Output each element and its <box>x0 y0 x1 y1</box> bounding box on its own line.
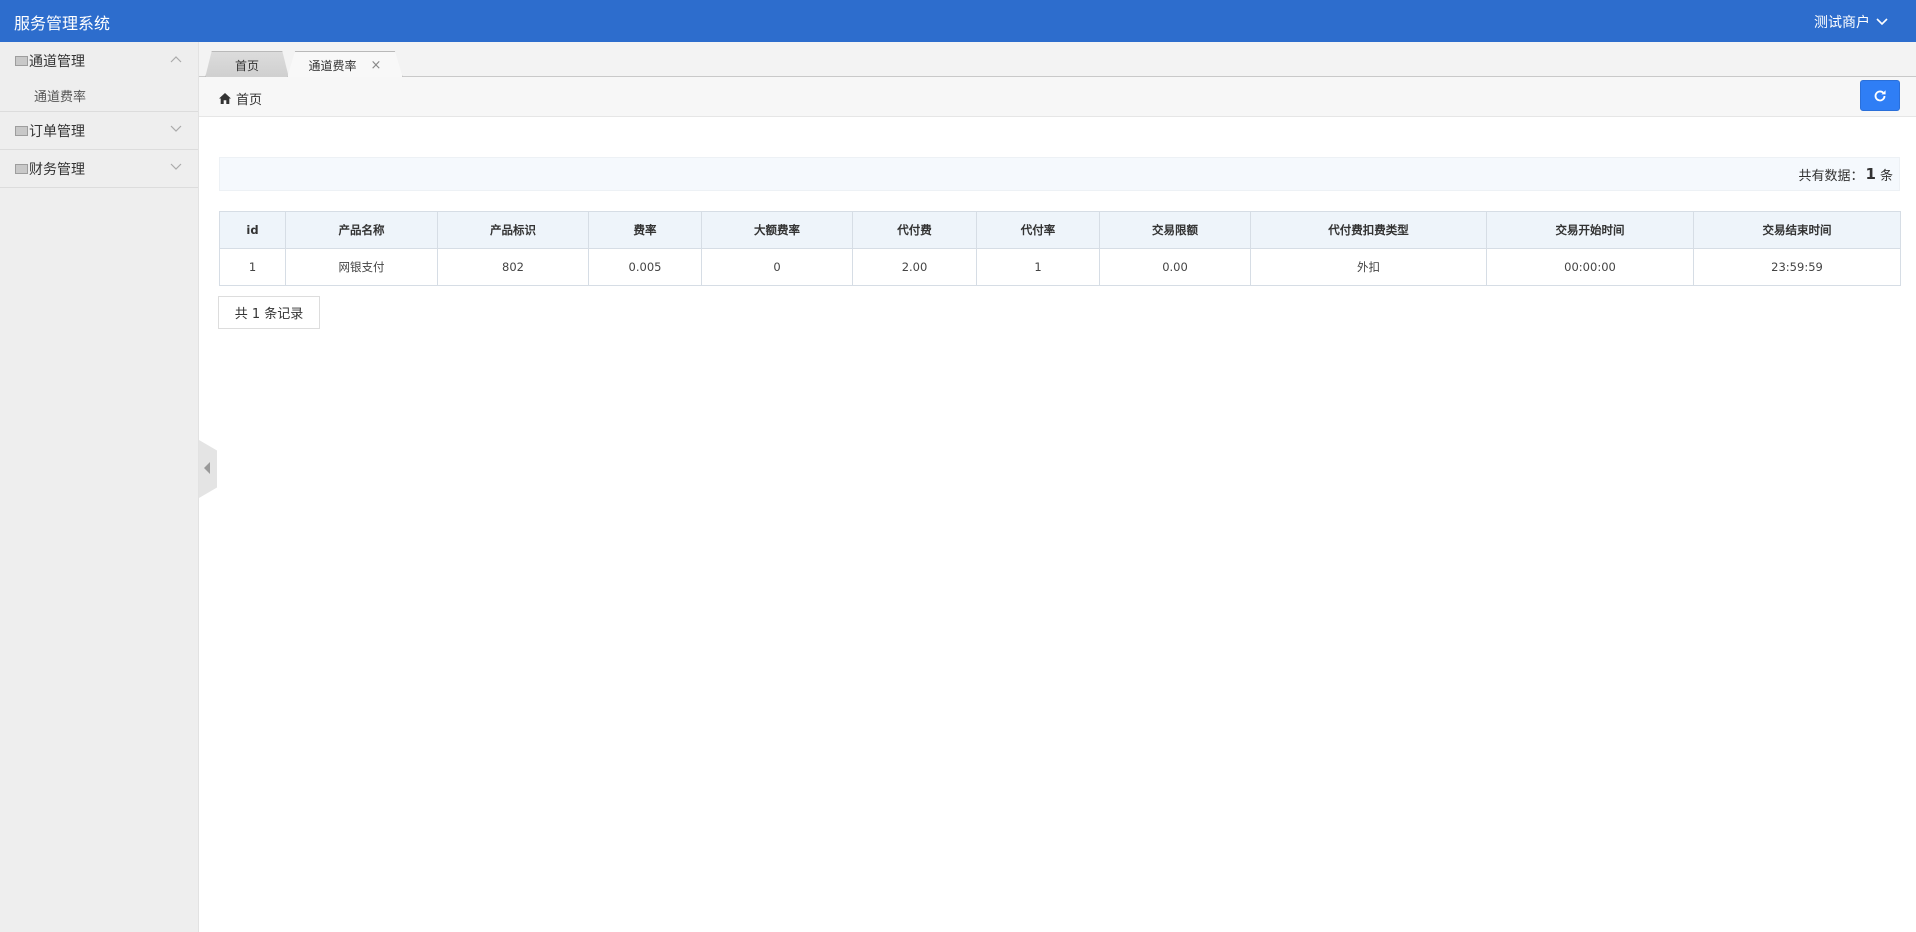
sidebar-group-finance: 财务管理 <box>0 150 198 188</box>
table-header-row: id 产品名称 产品标识 费率 大额费率 代付费 代付率 交易限额 代付费扣费类… <box>219 211 1901 249</box>
table-cell: 1 <box>219 248 286 286</box>
folder-icon <box>15 55 28 66</box>
sidebar-item-channel-rate[interactable]: 通道费率 <box>0 79 198 111</box>
rate-table: id 产品名称 产品标识 费率 大额费率 代付费 代付率 交易限额 代付费扣费类… <box>219 211 1901 286</box>
sidebar: 通道管理 通道费率 订单管理 财务管理 <box>0 42 199 932</box>
pager-label: 共 1 条记录 <box>234 307 304 322</box>
data-count-prefix: 共有数据： <box>1798 168 1864 184</box>
chevron-up-icon <box>170 56 182 63</box>
table-cell: 802 <box>437 248 589 286</box>
column-header[interactable]: 产品名称 <box>285 211 438 249</box>
folder-icon <box>15 163 28 174</box>
table-cell: 0 <box>701 248 853 286</box>
sidebar-collapse-handle[interactable] <box>199 440 217 498</box>
home-icon <box>219 93 231 104</box>
data-count-suffix: 条 <box>1879 168 1893 184</box>
breadcrumb-label: 首页 <box>236 93 263 108</box>
refresh-button[interactable] <box>1860 80 1900 111</box>
table-cell: 外扣 <box>1250 248 1487 286</box>
sidebar-group-order: 订单管理 <box>0 112 198 150</box>
table-cell: 23:59:59 <box>1693 248 1901 286</box>
column-header[interactable]: 交易限额 <box>1099 211 1251 249</box>
tab-home[interactable]: 首页 <box>205 51 289 78</box>
column-header[interactable]: 费率 <box>588 211 702 249</box>
breadcrumb-bar: 首页 <box>199 77 1916 117</box>
sidebar-item-label: 通道管理 <box>29 53 85 70</box>
sidebar-item-label: 财务管理 <box>29 161 85 178</box>
sidebar-subitem-label: 通道费率 <box>34 89 87 105</box>
folder-icon <box>15 125 28 136</box>
tab-label: 通道费率 <box>308 58 357 73</box>
tab-label: 首页 <box>234 58 259 73</box>
column-header[interactable]: 代付费扣费类型 <box>1250 211 1487 249</box>
data-count-value: 1 <box>1865 165 1876 183</box>
close-icon[interactable]: × <box>371 58 382 73</box>
breadcrumb[interactable]: 首页 <box>219 89 262 108</box>
chevron-down-icon <box>1876 18 1888 26</box>
chevron-down-icon <box>170 125 182 132</box>
sidebar-group-channel: 通道管理 通道费率 <box>0 42 198 112</box>
refresh-icon <box>1874 89 1886 101</box>
column-header[interactable]: 代付率 <box>976 211 1100 249</box>
tab-channel-rate[interactable]: 通道费率 × <box>287 51 403 78</box>
column-header[interactable]: 交易结束时间 <box>1693 211 1901 249</box>
sidebar-item-finance-management[interactable]: 财务管理 <box>0 150 198 187</box>
column-header[interactable]: 代付费 <box>852 211 977 249</box>
top-header: 服务管理系统 测试商户 <box>0 0 1916 42</box>
table-cell: 0.005 <box>588 248 702 286</box>
user-name: 测试商户 <box>1814 15 1870 31</box>
column-header[interactable]: 产品标识 <box>437 211 589 249</box>
app-title: 服务管理系统 <box>14 14 111 33</box>
table-cell: 1 <box>976 248 1100 286</box>
data-count-bar: 共有数据： 1 条 <box>219 157 1900 191</box>
table-cell: 网银支付 <box>285 248 438 286</box>
column-header[interactable]: 大额费率 <box>701 211 853 249</box>
table-cell: 0.00 <box>1099 248 1251 286</box>
record-count-pager: 共 1 条记录 <box>218 296 320 329</box>
table-row[interactable]: 1 网银支付 802 0.005 0 2.00 1 0.00 外扣 00:00:… <box>219 248 1901 286</box>
column-header[interactable]: 交易开始时间 <box>1486 211 1694 249</box>
sidebar-item-label: 订单管理 <box>29 123 85 140</box>
table-cell: 2.00 <box>852 248 977 286</box>
table-cell: 00:00:00 <box>1486 248 1694 286</box>
column-header[interactable]: id <box>219 211 286 249</box>
user-menu[interactable]: 测试商户 <box>1814 12 1888 32</box>
tab-bar: 首页 通道费率 × <box>199 42 1916 78</box>
caret-left-icon <box>204 462 210 474</box>
sidebar-item-order-management[interactable]: 订单管理 <box>0 112 198 149</box>
chevron-down-icon <box>170 163 182 170</box>
sidebar-item-channel-management[interactable]: 通道管理 <box>0 42 198 79</box>
